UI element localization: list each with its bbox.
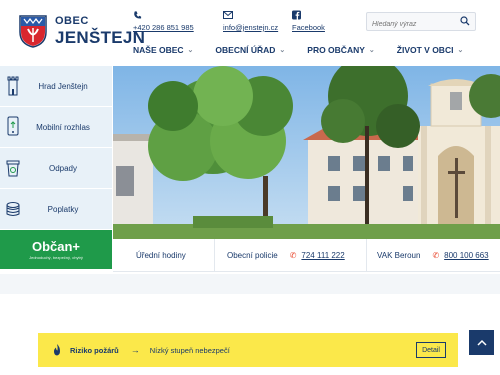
nav-zivot-v-obci[interactable]: ŽIVOT V OBCI ⌄ <box>397 40 464 60</box>
facebook-icon <box>292 10 301 20</box>
mail-icon <box>223 11 233 19</box>
chevron-down-icon: ⌄ <box>187 47 194 54</box>
email-link[interactable]: info@jenstejn.cz <box>223 23 278 32</box>
logo-small-text: OBEC <box>55 15 89 27</box>
obcan-subtitle: Jednoduchý, bezpečný, chytrý <box>29 255 83 260</box>
sidebar-item-poplatky[interactable]: Poplatky <box>0 189 112 230</box>
scroll-to-top-button[interactable] <box>469 330 494 355</box>
alert-text: Nízký stupeň nebezpečí <box>149 345 230 355</box>
sidebar-item-mobilni-rozhlas[interactable]: Mobilní rozhlas <box>0 107 112 148</box>
police-phone-link[interactable]: 724 111 222 <box>301 251 344 260</box>
sidebar-item-odpady[interactable]: Odpady <box>0 148 112 189</box>
phone-icon: ✆ <box>432 250 440 260</box>
search-icon[interactable] <box>460 16 470 26</box>
contact-facebook[interactable]: Facebook <box>292 10 325 32</box>
chevron-down-icon: ⌄ <box>279 47 286 54</box>
vak-label: VAK Beroun <box>377 250 421 260</box>
alert-detail-button[interactable]: Detail <box>416 342 446 358</box>
chevron-down-icon: ⌄ <box>368 47 375 54</box>
phone-icon <box>134 11 142 19</box>
bin-icon <box>6 160 20 177</box>
phone-icon: ✆ <box>289 250 297 260</box>
coins-icon <box>6 202 20 216</box>
nav-label: PRO OBČANY <box>307 45 365 55</box>
nav-label: ŽIVOT V OBCI <box>396 45 454 55</box>
police-label: Obecní policie <box>227 250 278 260</box>
crest-icon <box>19 15 47 48</box>
vak-phone-link[interactable]: 800 100 663 <box>444 251 489 260</box>
logo-big-text: JENŠTEJN <box>55 28 146 47</box>
site-header: OBEC JENŠTEJN +420 286 851 985 info@jens… <box>0 0 500 66</box>
section-divider <box>0 274 500 294</box>
nav-pro-obcany[interactable]: PRO OBČANY ⌄ <box>307 40 375 60</box>
phone-icon <box>7 116 19 136</box>
nav-nase-obec[interactable]: NAŠE OBEC ⌄ <box>133 40 193 60</box>
chevron-down-icon: ⌄ <box>457 47 464 54</box>
office-hours-link[interactable]: Úřední hodiny <box>113 238 215 272</box>
chevron-up-icon <box>476 339 487 346</box>
main-nav: NAŠE OBEC ⌄ OBECNÍ ÚŘAD ⌄ PRO OBČANY ⌄ ŽIVO… <box>133 40 485 60</box>
hero-photo <box>113 66 500 239</box>
arrow-right-icon: → <box>130 345 140 355</box>
fire-risk-alert: Riziko požárů → Nízký stupeň nebezpečí D… <box>38 333 458 367</box>
village-photo <box>113 66 500 239</box>
alert-title: Riziko požárů <box>70 345 119 355</box>
nav-label: OBECNÍ ÚŘAD <box>215 45 276 55</box>
nav-label: NAŠE OBEC <box>133 45 184 55</box>
facebook-link[interactable]: Facebook <box>292 23 325 32</box>
police-contact: Obecní policie ✆ 724 111 222 <box>215 238 367 272</box>
vak-contact: VAK Beroun ✆ 800 100 663 <box>367 239 489 272</box>
sidebar-item-hrad[interactable]: Hrad Jenštejn <box>0 66 112 107</box>
phone-link[interactable]: +420 286 851 985 <box>133 23 194 32</box>
contact-phone[interactable]: +420 286 851 985 <box>133 10 194 32</box>
obcan-plus-banner[interactable]: Občan+ Jednoduchý, bezpečný, chytrý <box>0 230 112 269</box>
contact-info-bar: Úřední hodiny Obecní policie ✆ 724 111 2… <box>113 238 500 272</box>
fire-icon <box>54 344 60 356</box>
site-logo[interactable]: OBEC JENŠTEJN <box>18 14 145 48</box>
obcan-title: Občan+ <box>31 239 81 254</box>
contact-email[interactable]: info@jenstejn.cz <box>223 10 278 32</box>
search-box[interactable] <box>366 12 476 33</box>
quick-links-sidebar: Hrad Jenštejn Mobilní rozhlas Odpady Pop… <box>0 66 112 274</box>
office-hours-label: Úřední hodiny <box>136 250 186 260</box>
tower-icon <box>7 76 19 96</box>
search-input[interactable] <box>367 16 453 33</box>
nav-obecni-urad[interactable]: OBECNÍ ÚŘAD ⌄ <box>215 40 285 60</box>
